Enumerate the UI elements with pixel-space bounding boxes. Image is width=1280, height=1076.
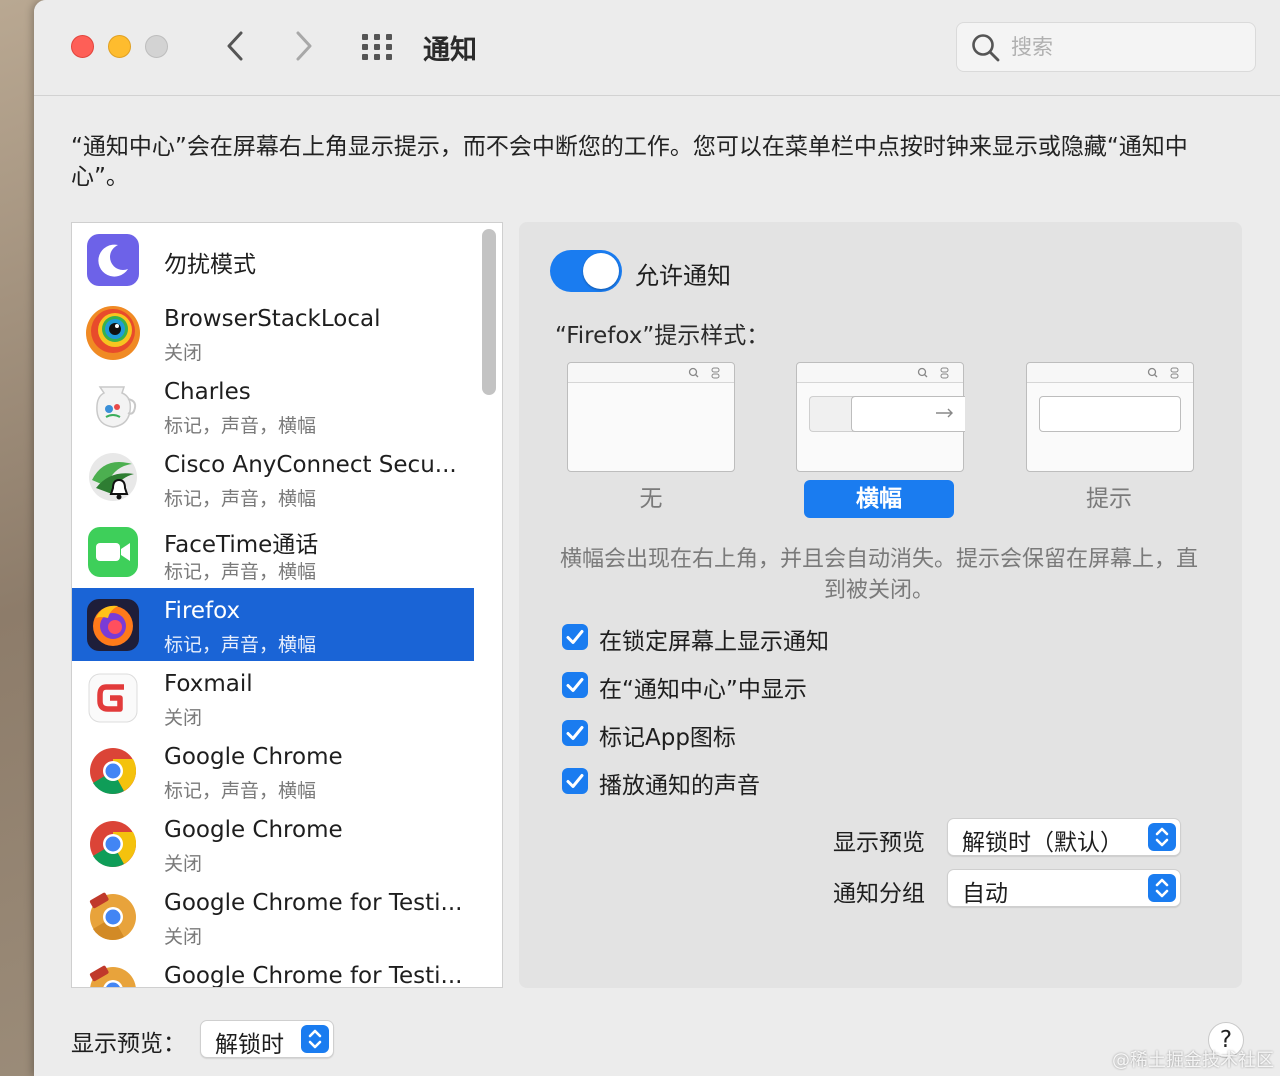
app-status: 标记，声音，横幅	[164, 561, 317, 583]
title-bar: 通知	[34, 0, 1280, 96]
preferences-window: 通知 “通知中心”会在屏幕右上角显示提示，而不会中断您的工作。您可以在菜单栏中点…	[34, 0, 1280, 1076]
app-name: Charles	[164, 379, 251, 405]
chrome-test-icon	[84, 888, 142, 946]
facetime-icon	[84, 523, 142, 581]
app-status: 标记，声音，横幅	[164, 415, 317, 437]
app-row-browserstacklocal[interactable]: BrowserStackLocal 关闭	[72, 296, 474, 369]
app-row-do-not-disturb[interactable]: 勿扰模式	[72, 223, 474, 296]
app-row-chrome-for-testing-2[interactable]: Google Chrome for Testi...	[72, 953, 474, 988]
up-down-arrows-icon	[1148, 874, 1176, 902]
window-controls-icon	[917, 367, 949, 379]
watermark-text: @稀土掘金技术社区	[1112, 1050, 1274, 1071]
moon-icon	[84, 231, 142, 289]
style-option-banner[interactable]	[796, 362, 965, 472]
app-status: 标记，声音，横幅	[164, 634, 317, 656]
app-row-chrome-for-testing[interactable]: Google Chrome for Testi... 关闭	[72, 880, 474, 953]
charles-jug-icon	[84, 377, 142, 435]
checkmark-icon	[566, 678, 584, 692]
app-name: Google Chrome for Testi...	[164, 963, 463, 988]
notification-grouping-popup[interactable]: 自动	[947, 869, 1181, 907]
popup-value: 自动	[962, 881, 1008, 907]
description-text: “通知中心”会在屏幕右上角显示提示，而不会中断您的工作。您可以在菜单栏中点按时钟…	[71, 134, 1188, 190]
app-row-charles[interactable]: Charles 标记，声音，横幅	[72, 369, 474, 442]
zoom-window-button[interactable]	[145, 35, 168, 58]
checkbox-play-sound[interactable]	[562, 768, 588, 794]
show-preview-label: 显示预览	[833, 830, 925, 856]
app-status: 关闭	[164, 926, 203, 948]
popup-value: 解锁时（默认）	[962, 830, 1123, 856]
minimize-window-button[interactable]	[108, 35, 131, 58]
show-preview-popup[interactable]: 解锁时（默认）	[947, 818, 1181, 856]
alert-style-label: “Firefox”提示样式：	[555, 323, 770, 349]
style-caption-banner[interactable]: 横幅	[804, 480, 954, 518]
check-label: 播放通知的声音	[599, 773, 760, 799]
checkbox-notification-center[interactable]	[562, 672, 588, 698]
app-list[interactable]: 勿扰模式 BrowserStackLocal 关闭 Charles 标记，声音，…	[71, 222, 503, 988]
app-status: 关闭	[164, 342, 203, 364]
style-description: 横幅会出现在右上角，并且会自动消失。提示会保留在屏幕上，直到被关闭。	[559, 547, 1198, 603]
check-label: 在“通知中心”中显示	[599, 677, 807, 703]
cisco-icon	[84, 450, 142, 508]
app-name: Foxmail	[164, 671, 253, 697]
checkmark-icon	[566, 630, 584, 644]
app-status: 关闭	[164, 853, 203, 875]
back-button[interactable]	[217, 28, 253, 64]
popup-value: 解锁时	[215, 1032, 284, 1058]
checkbox-lock-screen[interactable]	[562, 624, 588, 650]
search-input[interactable]	[1011, 31, 1241, 63]
forward-button[interactable]	[286, 28, 322, 64]
chrome-icon	[84, 742, 142, 800]
notification-grouping-label: 通知分组	[833, 881, 925, 907]
up-down-arrows-icon	[1148, 823, 1176, 851]
browserstack-icon	[84, 304, 142, 362]
checkmark-icon	[566, 726, 584, 740]
global-preview-label: 显示预览：	[71, 1031, 186, 1057]
style-option-alert[interactable]	[1026, 362, 1194, 472]
allow-notifications-toggle[interactable]	[550, 250, 622, 292]
arrow-right-icon	[936, 408, 953, 418]
chrome-test-icon	[84, 961, 142, 987]
app-row-foxmail[interactable]: Foxmail 关闭	[72, 661, 474, 734]
style-caption-none[interactable]: 无	[576, 480, 726, 518]
show-all-grid-icon[interactable]	[360, 32, 396, 62]
checkbox-badge-app-icon[interactable]	[562, 720, 588, 746]
notification-settings-panel: 允许通知 “Firefox”提示样式： 无 横幅 提示 横幅会出现在右上角，并且…	[519, 222, 1242, 988]
firefox-icon	[84, 596, 142, 654]
up-down-arrows-icon	[301, 1025, 329, 1053]
allow-notifications-label: 允许通知	[635, 262, 731, 290]
chevron-left-icon	[227, 31, 243, 61]
app-name: 勿扰模式	[164, 252, 256, 278]
window-title: 通知	[423, 35, 477, 66]
search-icon	[972, 34, 1000, 62]
window-controls-icon	[1147, 367, 1179, 379]
close-window-button[interactable]	[71, 35, 94, 58]
app-row-google-chrome-2[interactable]: Google Chrome 关闭	[72, 807, 474, 880]
app-name: Firefox	[164, 598, 241, 624]
app-name: Cisco AnyConnect Secu...	[164, 452, 457, 478]
app-row-google-chrome[interactable]: Google Chrome 标记，声音，横幅	[72, 734, 474, 807]
app-status: 标记，声音，横幅	[164, 488, 317, 510]
app-name: BrowserStackLocal	[164, 306, 381, 332]
style-option-none[interactable]	[567, 362, 735, 472]
app-name: Google Chrome for Testi...	[164, 890, 463, 916]
search-field[interactable]	[956, 22, 1256, 72]
app-status: 标记，声音，横幅	[164, 780, 317, 802]
app-list-scrollbar[interactable]	[482, 229, 496, 395]
style-caption-alert[interactable]: 提示	[1034, 480, 1184, 518]
app-name: Google Chrome	[164, 744, 343, 770]
app-name: Google Chrome	[164, 817, 343, 843]
window-controls-icon	[688, 367, 720, 379]
check-label: 标记App图标	[599, 725, 736, 751]
app-row-cisco-anyconnect[interactable]: Cisco AnyConnect Secu... 标记，声音，横幅	[72, 442, 474, 515]
chrome-icon	[84, 815, 142, 873]
check-label: 在锁定屏幕上显示通知	[599, 629, 829, 655]
foxmail-icon	[84, 669, 142, 727]
global-preview-popup[interactable]: 解锁时	[200, 1020, 334, 1058]
app-name: FaceTime通话	[164, 532, 319, 558]
app-status: 关闭	[164, 707, 203, 729]
checkmark-icon	[566, 774, 584, 788]
chevron-right-icon	[296, 31, 312, 61]
app-row-firefox[interactable]: Firefox 标记，声音，横幅	[72, 588, 474, 661]
app-row-facetime[interactable]: FaceTime通话 标记，声音，横幅	[72, 515, 474, 588]
